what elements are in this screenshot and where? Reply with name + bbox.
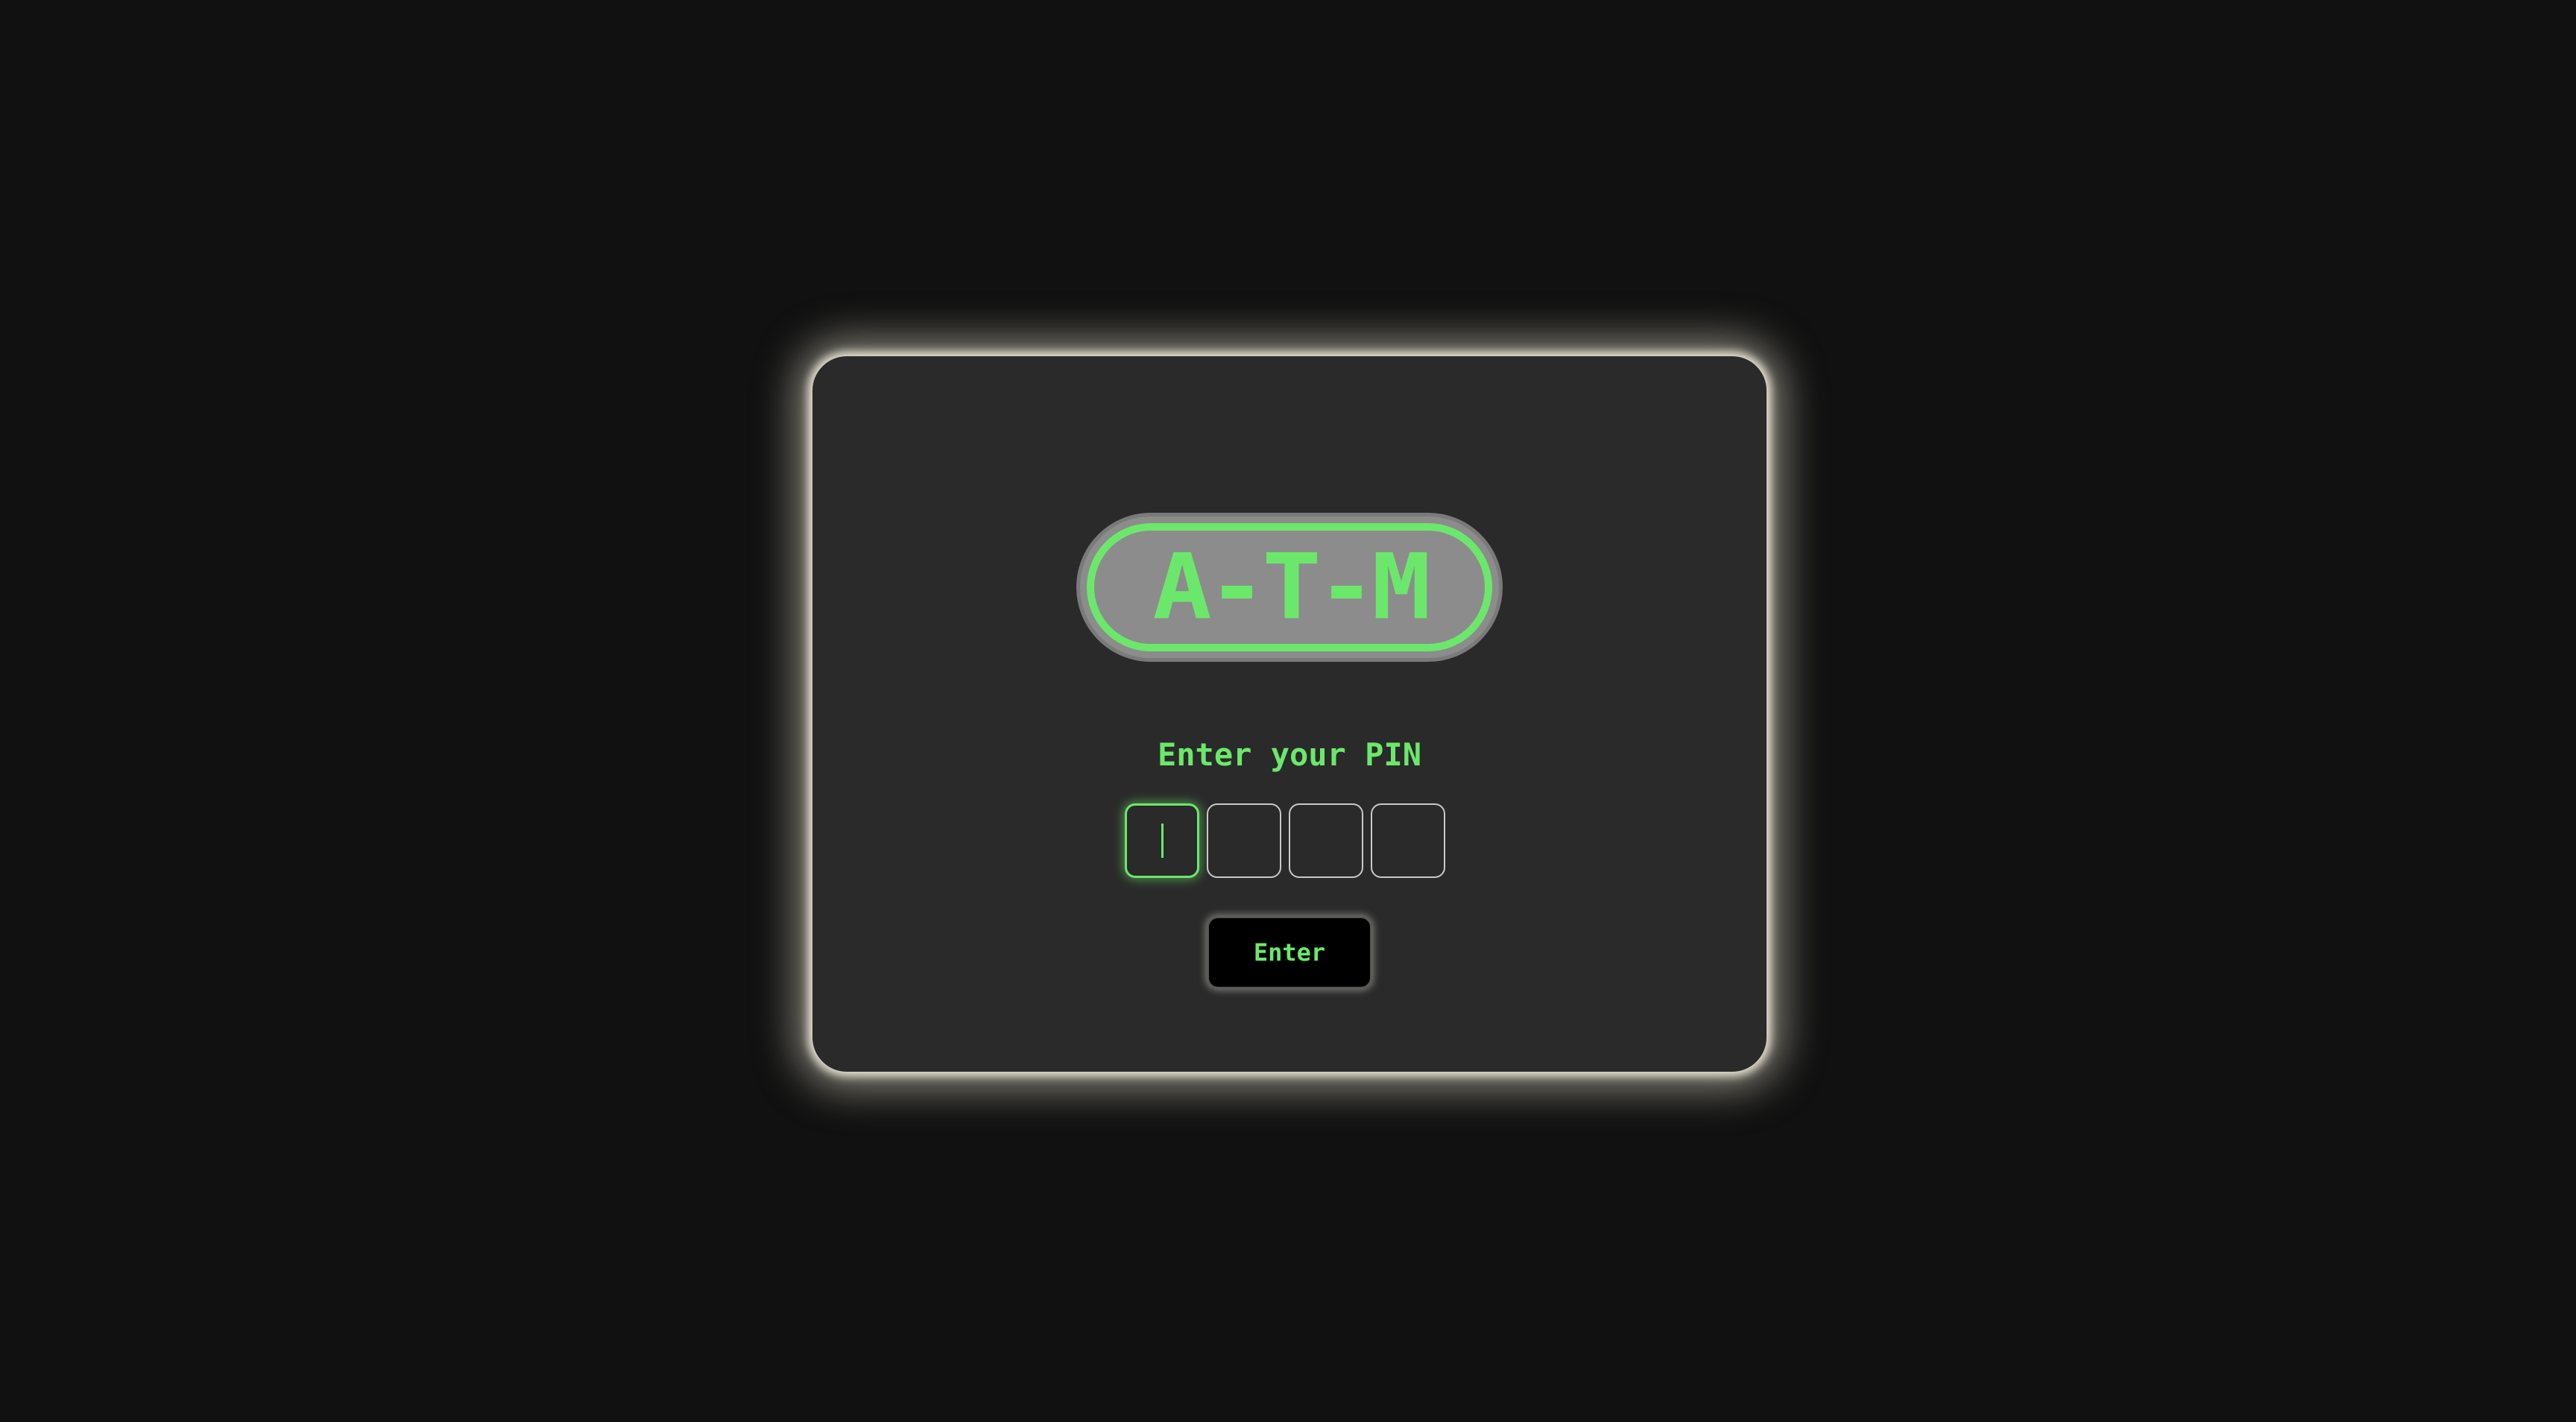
pin-prompt: Enter your PIN [1157, 736, 1421, 773]
page-background: A-T-M Enter your PIN Enter [0, 0, 2576, 1422]
pin-digit-1-input[interactable] [1125, 803, 1199, 878]
atm-panel: A-T-M Enter your PIN Enter [812, 356, 1767, 1072]
pin-digit-2-input[interactable] [1207, 803, 1281, 878]
pin-digit-3-input[interactable] [1289, 803, 1363, 878]
enter-button[interactable]: Enter [1208, 917, 1371, 988]
atm-logo-border: A-T-M [1087, 523, 1492, 651]
atm-logo: A-T-M [1076, 513, 1503, 662]
pin-input-group [1125, 803, 1445, 878]
pin-digit-4-input[interactable] [1371, 803, 1445, 878]
atm-logo-text: A-T-M [1152, 534, 1430, 640]
text-caret [1161, 824, 1164, 858]
